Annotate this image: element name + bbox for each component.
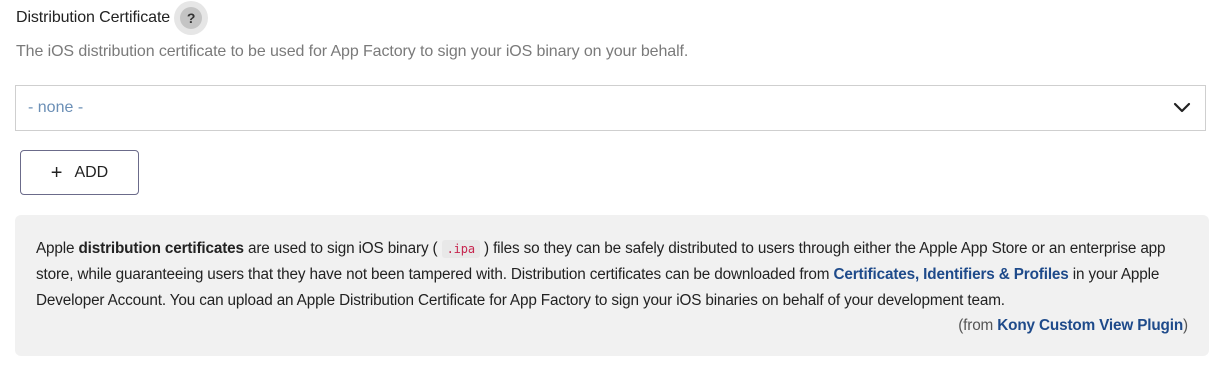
info-panel: Apple distribution certificates are used… (15, 215, 1209, 356)
add-button-label: ADD (74, 163, 109, 181)
ipa-code: .ipa (441, 240, 480, 258)
info-paragraph: Apple distribution certificates are used… (36, 236, 1188, 313)
select-value: - none - (28, 99, 84, 116)
source-suffix: ) (1183, 316, 1188, 334)
field-label: Distribution Certificate (16, 9, 171, 26)
plus-icon: + (50, 161, 63, 184)
chevron-down-icon[interactable] (1171, 97, 1193, 119)
info-text-1: Apple (36, 240, 79, 257)
source-prefix: (from (958, 316, 998, 334)
info-text-2: are used to sign iOS binary ( (243, 240, 442, 257)
certificate-select[interactable]: - none - (15, 85, 1206, 131)
question-mark-icon: ? (180, 7, 203, 29)
help-button[interactable]: ? (174, 1, 209, 35)
info-bold-term: distribution certificates (78, 240, 244, 257)
source-line: (from Kony Custom View Plugin) (36, 313, 1188, 338)
certificates-link[interactable]: Certificates, Identifiers & Profiles (833, 266, 1068, 283)
plugin-link[interactable]: Kony Custom View Plugin (997, 317, 1183, 334)
field-label-row: Distribution Certificate ? (16, 1, 209, 35)
add-button[interactable]: + ADD (20, 150, 139, 195)
field-description: The iOS distribution certificate to be u… (16, 43, 689, 60)
